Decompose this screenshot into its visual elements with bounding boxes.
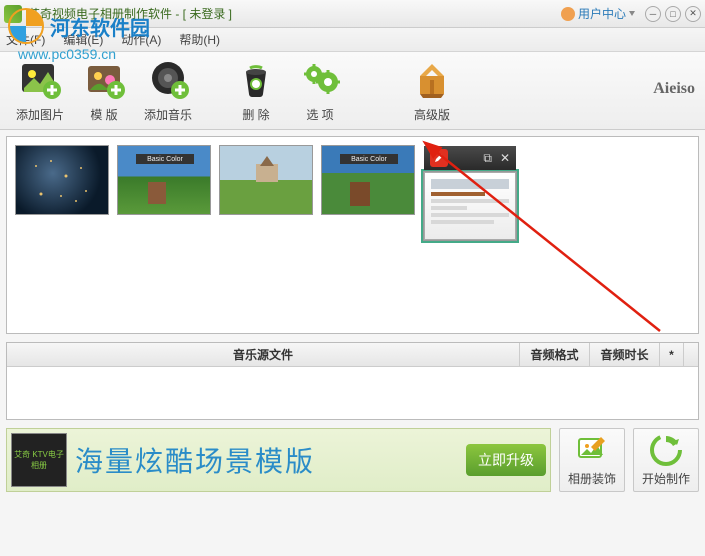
col-blank [684,343,698,366]
thumbnail-5-preview [424,172,516,240]
window-titlebar: 艾奇视频电子相册制作软件 - [ 未登录 ] 用户中心 ─ □ ✕ [0,0,705,28]
delete-icon [234,58,278,102]
app-icon [4,5,22,23]
decorate-label: 相册装饰 [568,470,616,487]
delete-button[interactable]: 删 除 [224,58,288,123]
remove-icon[interactable]: ✕ [500,151,510,165]
options-icon [298,58,342,102]
start-label: 开始制作 [642,470,690,487]
banner-thumb: 艾奇 KTV电子相册 [11,433,67,487]
col-source[interactable]: 音乐源文件 [7,343,520,366]
banner-headline: 海量炫酷场景模版 [75,440,458,480]
options-button[interactable]: 选 项 [288,58,352,123]
chevron-down-icon [629,11,635,16]
thumbnail-1[interactable] [15,145,109,215]
action-menu[interactable]: 动作(A) [121,31,161,48]
decorate-icon [575,433,609,467]
options-label: 选 项 [306,106,333,123]
start-icon [649,433,683,467]
promo-banner[interactable]: 艾奇 KTV电子相册 海量炫酷场景模版 立即升级 [6,428,551,492]
music-table: 音乐源文件 音频格式 音频时长 * [6,342,699,420]
duplicate-icon[interactable]: ⧉ [483,151,492,166]
music-table-header: 音乐源文件 音频格式 音频时长 * [7,343,698,367]
user-center-link[interactable]: 用户中心 [561,5,635,22]
thumbnail-2[interactable]: Basic Color [117,145,211,215]
upgrade-button[interactable]: 立即升级 [466,444,546,476]
thumbnails-panel: Basic Color Basic Color ⧉ ✕ [6,136,699,334]
start-button[interactable]: 开始制作 [633,428,699,492]
thumbnail-actions-bar: ⧉ ✕ [424,146,516,170]
add-image-label: 添加图片 [16,106,64,123]
add-image-button[interactable]: 添加图片 [8,58,72,123]
premium-button[interactable]: 高级版 [400,58,464,123]
add-music-label: 添加音乐 [144,106,192,123]
template-button[interactable]: 模 版 [72,58,136,123]
main-toolbar: 添加图片 模 版 添加音乐 删 除 选 项 高级版 Aieiso [0,52,705,130]
add-music-button[interactable]: 添加音乐 [136,58,200,123]
user-center-label: 用户中心 [578,5,626,22]
premium-icon [410,58,454,102]
template-label: 模 版 [90,106,117,123]
thumbnail-5[interactable]: ⧉ ✕ [423,171,517,241]
col-duration[interactable]: 音频时长 [590,343,660,366]
template-icon [82,58,126,102]
col-star[interactable]: * [660,343,684,366]
brand-logo: Aieiso [653,80,695,98]
minimize-button[interactable]: ─ [645,6,661,22]
bottom-bar: 艾奇 KTV电子相册 海量炫酷场景模版 立即升级 相册装饰 开始制作 [6,428,699,492]
delete-label: 删 除 [242,106,269,123]
user-icon [561,7,575,21]
menubar: 文件(F) 编辑(E) 动作(A) 帮助(H) [0,28,705,52]
thumbnail-3[interactable] [219,145,313,215]
maximize-button[interactable]: □ [665,6,681,22]
edit-menu[interactable]: 编辑(E) [63,31,103,48]
thumbnail-4[interactable]: Basic Color [321,145,415,215]
col-format[interactable]: 音频格式 [520,343,590,366]
edit-icon[interactable] [430,149,448,167]
close-button[interactable]: ✕ [685,6,701,22]
file-menu[interactable]: 文件(F) [6,31,45,48]
add-music-icon [146,58,190,102]
premium-label: 高级版 [414,106,450,123]
add-image-icon [18,58,62,102]
decorate-button[interactable]: 相册装饰 [559,428,625,492]
window-title: 艾奇视频电子相册制作软件 - [ 未登录 ] [28,5,561,22]
help-menu[interactable]: 帮助(H) [179,31,220,48]
